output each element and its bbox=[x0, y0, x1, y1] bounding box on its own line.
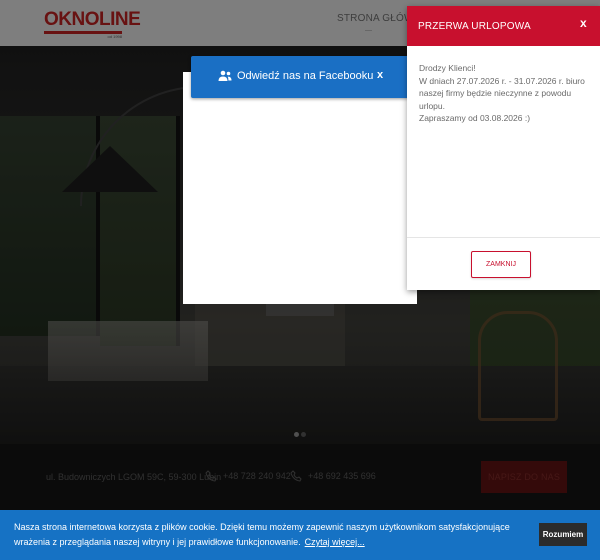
users-icon bbox=[218, 70, 232, 81]
facebook-widget-title: Odwiedź nas na Facebooku bbox=[237, 70, 374, 82]
facebook-close-button[interactable]: x bbox=[377, 69, 383, 81]
modal-divider bbox=[407, 237, 600, 238]
cookie-notice-text: Nasza strona internetowa korzysta z plik… bbox=[14, 522, 510, 547]
cookie-accept-button[interactable]: Rozumiem bbox=[539, 523, 587, 546]
modal-title: PRZERWA URLOPOWA bbox=[418, 21, 531, 32]
facebook-widget-panel bbox=[183, 72, 417, 304]
vacation-modal: PRZERWA URLOPOWA x Drodzy Klienci! W dni… bbox=[407, 6, 600, 290]
modal-close-icon[interactable]: x bbox=[580, 16, 587, 30]
modal-dismiss-button[interactable]: ZAMKNIJ bbox=[471, 251, 531, 278]
modal-body: Drodzy Klienci! W dniach 27.07.2026 r. -… bbox=[419, 62, 595, 125]
cookie-notice: Nasza strona internetowa korzysta z plik… bbox=[14, 520, 524, 550]
modal-header: PRZERWA URLOPOWA x bbox=[407, 6, 600, 46]
modal-message: W dniach 27.07.2026 r. - 31.07.2026 r. b… bbox=[419, 75, 585, 111]
facebook-widget-header[interactable]: Odwiedź nas na Facebooku x bbox=[191, 56, 409, 98]
modal-return-note: Zapraszamy od 03.08.2026 :) bbox=[419, 113, 531, 123]
cookie-read-more-link[interactable]: Czytaj więcej... bbox=[305, 537, 365, 547]
modal-greeting: Drodzy Klienci! bbox=[419, 63, 476, 73]
cookie-bar: Nasza strona internetowa korzysta z plik… bbox=[0, 510, 600, 560]
